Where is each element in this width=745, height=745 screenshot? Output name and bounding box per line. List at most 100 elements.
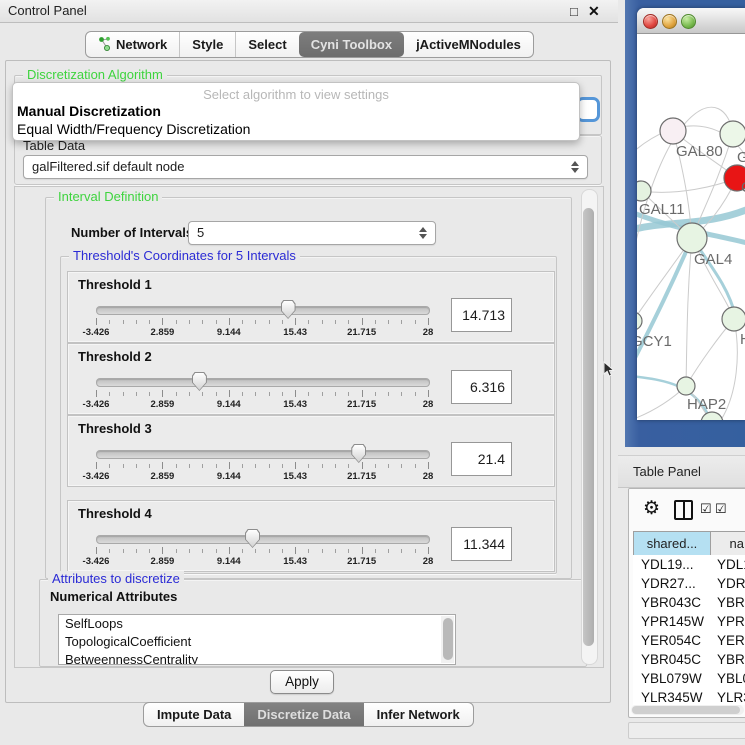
list-item[interactable]: SelfLoops (59, 615, 455, 633)
hide-columns-icon[interactable]: ☑ (715, 501, 727, 517)
network-node[interactable] (637, 181, 651, 201)
slider-tick-labels: -3.4262.8599.14415.4321.71528 (96, 399, 428, 409)
table-row[interactable]: YER054CYER0 (633, 631, 745, 650)
network-edge[interactable] (641, 178, 737, 192)
network-node[interactable] (722, 307, 745, 331)
tick-mark (348, 320, 349, 324)
close-icon[interactable]: ✕ (588, 3, 600, 20)
tick-mark (189, 320, 190, 324)
numerical-attributes-list[interactable]: SelfLoopsTopologicalCoefficientBetweenne… (58, 614, 456, 665)
network-node[interactable] (677, 223, 707, 253)
combo-arrows-icon (571, 160, 580, 174)
list-item[interactable]: TopologicalCoefficient (59, 633, 455, 651)
slider[interactable]: -3.4262.8599.14415.4321.71528 (96, 374, 428, 408)
table-row[interactable]: YBR045CYBR0 (633, 650, 745, 669)
slider-track[interactable] (96, 306, 430, 315)
number-of-intervals-combobox[interactable]: 5 (188, 221, 436, 245)
table-hscrollbar-thumb[interactable] (632, 706, 740, 714)
slider-thumb[interactable] (351, 444, 366, 463)
float-window-icon[interactable]: □ (570, 4, 578, 19)
table-row[interactable]: YDL19...YDL1 (633, 555, 745, 574)
tab-cyni-toolbox[interactable]: Cyni Toolbox (299, 32, 404, 57)
tick-mark (189, 549, 190, 553)
popup-placeholder: Select algorithm to view settings (13, 87, 579, 102)
tab-style[interactable]: Style (179, 32, 235, 57)
tab-impute-data[interactable]: Impute Data (144, 703, 244, 726)
tab-infer-network[interactable]: Infer Network (364, 703, 473, 726)
slider-track[interactable] (96, 450, 430, 459)
tick-label: 21.715 (347, 471, 376, 482)
network-canvas[interactable]: GAL80GACGAL11GAL4GCY1HHAP2 (637, 34, 745, 420)
threshold-label: Threshold 2 (78, 349, 152, 364)
popup-option[interactable]: Equal Width/Frequency Discretization (13, 120, 579, 138)
popup-option[interactable]: Manual Discretization (13, 102, 579, 120)
tab-select[interactable]: Select (235, 32, 298, 57)
slider[interactable]: -3.4262.8599.14415.4321.71528 (96, 531, 428, 565)
threshold-value-field[interactable]: 6.316 (451, 370, 512, 404)
table-row[interactable]: YLR345WYLR3 (633, 688, 745, 705)
slider-track[interactable] (96, 378, 430, 387)
slider-thumb[interactable] (281, 300, 296, 319)
show-columns-icon[interactable]: ☑ (700, 501, 712, 517)
tick-mark (96, 462, 97, 469)
popup-options: Manual DiscretizationEqual Width/Frequen… (13, 102, 579, 138)
mac-zoom-button[interactable] (681, 14, 696, 29)
tick-label: 2.859 (151, 399, 175, 410)
network-node[interactable] (720, 121, 745, 147)
gear-icon[interactable]: ⚙ (643, 497, 660, 520)
tick-mark (348, 464, 349, 468)
tab-network[interactable]: Network (86, 32, 179, 57)
algorithm-group-label: Discretization Algorithm (23, 67, 167, 83)
table-panel-titlebar: Table Panel (618, 455, 745, 488)
tick-mark (176, 320, 177, 324)
tick-label: 15.43 (283, 556, 307, 567)
network-window-titlebar[interactable] (637, 8, 745, 34)
list-scrollbar-thumb[interactable] (443, 618, 453, 660)
tick-label: -3.426 (83, 556, 110, 567)
table-row[interactable]: YDR27...YDR2 (633, 574, 745, 593)
slider-track[interactable] (96, 535, 430, 544)
tick-label: 2.859 (151, 471, 175, 482)
slider-thumb[interactable] (245, 529, 260, 548)
table-data-combobox[interactable]: galFiltered.sif default node (23, 155, 588, 179)
tick-mark (189, 392, 190, 396)
tick-mark (308, 549, 309, 553)
tick-mark (202, 392, 203, 396)
mac-minimize-button[interactable] (662, 14, 677, 29)
slider-thumb[interactable] (192, 372, 207, 391)
table-row[interactable]: YBL079WYBL0 (633, 669, 745, 688)
column-header-1[interactable]: shared... (633, 532, 711, 556)
list-scrollbar[interactable] (441, 616, 454, 663)
tick-label: 9.144 (217, 327, 241, 338)
slider[interactable]: -3.4262.8599.14415.4321.71528 (96, 446, 428, 480)
network-node[interactable] (701, 412, 723, 420)
settings-scrollbar[interactable] (581, 189, 598, 665)
tick-mark (255, 320, 256, 324)
settings-scrollbar-thumb[interactable] (583, 208, 594, 646)
apply-button[interactable]: Apply (270, 670, 334, 694)
slider-ticks (96, 462, 428, 470)
split-view-icon[interactable] (674, 500, 693, 520)
table-hscrollbar[interactable] (631, 705, 744, 715)
table-row[interactable]: YBR043CYBR0 (633, 593, 745, 612)
tick-mark (362, 318, 363, 325)
tick-mark (109, 320, 110, 324)
tick-mark (388, 464, 389, 468)
column-header-2[interactable]: na (711, 532, 745, 556)
threshold-value-field[interactable]: 11.344 (451, 527, 512, 561)
tab-jactivemnodules[interactable]: jActiveMNodules (404, 32, 533, 57)
threshold-value-field[interactable]: 21.4 (451, 442, 512, 476)
threshold-value-field[interactable]: 14.713 (451, 298, 512, 332)
slider[interactable]: -3.4262.8599.14415.4321.71528 (96, 302, 428, 336)
combo-arrows-icon (419, 226, 428, 240)
tab-discretize-data[interactable]: Discretize Data (244, 703, 363, 726)
tick-mark (269, 464, 270, 468)
table-row[interactable]: YPR145WYPR1 (633, 612, 745, 631)
network-node[interactable] (660, 118, 686, 144)
network-node[interactable] (637, 312, 642, 330)
thresholds-group-label: Threshold's Coordinates for 5 Intervals (69, 248, 300, 264)
mac-close-button[interactable] (643, 14, 658, 29)
list-item[interactable]: BetweennessCentrality (59, 651, 455, 665)
network-edge[interactable] (686, 238, 692, 386)
network-node[interactable] (677, 377, 695, 395)
